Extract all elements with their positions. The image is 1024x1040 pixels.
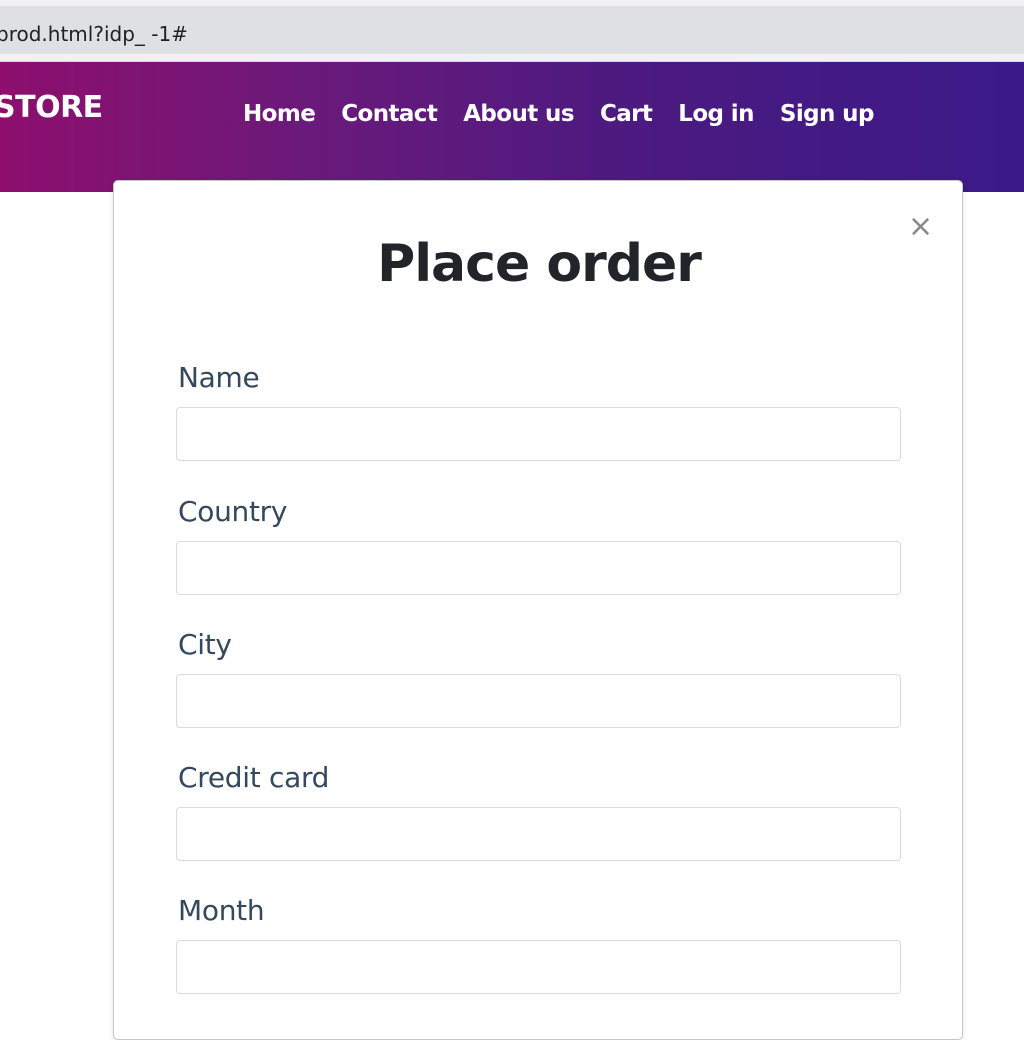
nav-link-contact[interactable]: Contact (328, 98, 450, 130)
month-input[interactable] (176, 940, 901, 994)
credit-card-field-group: Credit card (176, 761, 901, 861)
brand-logo[interactable]: STORE (0, 90, 103, 126)
city-label: City (178, 628, 232, 661)
country-input[interactable] (176, 541, 901, 595)
modal-title: Place order (377, 234, 702, 294)
nav-link-log-in[interactable]: Log in (665, 98, 767, 130)
url-text: prod.html?idp_ -1# (0, 22, 188, 46)
nav-link-about-us[interactable]: About us (450, 98, 587, 130)
nav-link-home[interactable]: Home (236, 98, 328, 130)
month-field-group: Month (176, 894, 901, 994)
credit-card-label: Credit card (178, 761, 330, 794)
country-label: Country (178, 495, 288, 528)
browser-address-bar: prod.html?idp_ -1# (0, 0, 1024, 62)
url-field[interactable]: prod.html?idp_ -1# (0, 6, 1024, 54)
name-input[interactable] (176, 407, 901, 461)
nav-link-cart[interactable]: Cart (587, 98, 665, 130)
month-label: Month (178, 894, 265, 927)
place-order-modal: × Place order Name Country City Credit c… (113, 180, 963, 1040)
name-label: Name (178, 361, 260, 394)
city-field-group: City (176, 628, 901, 728)
country-field-group: Country (176, 495, 901, 595)
nav-links: Home Contact About us Cart Log in Sign u… (236, 98, 887, 130)
city-input[interactable] (176, 674, 901, 728)
navbar: STORE Home Contact About us Cart Log in … (0, 62, 1024, 192)
nav-link-sign-up[interactable]: Sign up (767, 98, 887, 130)
name-field-group: Name (176, 361, 901, 461)
credit-card-input[interactable] (176, 807, 901, 861)
